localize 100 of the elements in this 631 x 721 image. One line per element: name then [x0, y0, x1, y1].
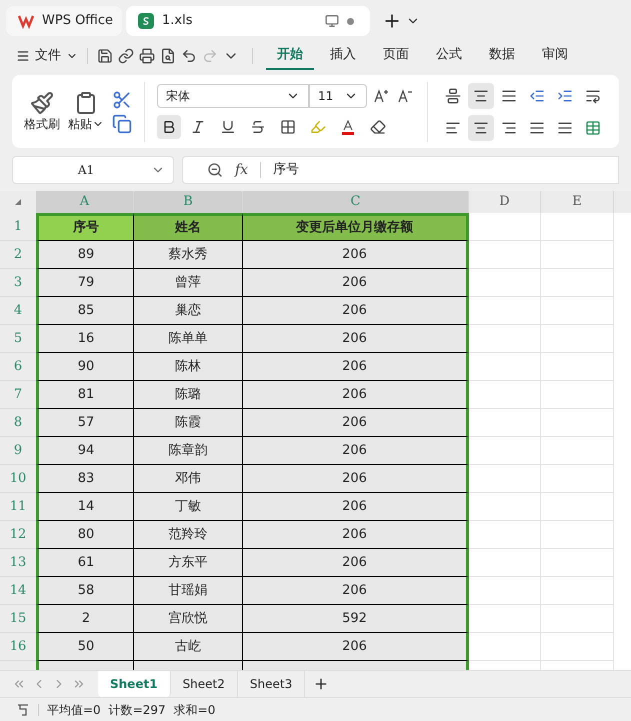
select-all-icon[interactable] — [15, 199, 21, 205]
header-cell: 变更后单位月缴存额 — [243, 213, 469, 241]
zoom-out-icon[interactable] — [207, 162, 223, 178]
header-cell: 姓名 — [134, 213, 243, 241]
menu-icon[interactable] — [16, 49, 30, 63]
font-size-select[interactable]: 11 — [309, 84, 367, 108]
paintbrush-icon — [30, 90, 54, 114]
table-cell: 蔡水秀 — [134, 241, 243, 269]
link-icon[interactable] — [118, 48, 134, 64]
cut-icon[interactable] — [112, 90, 132, 110]
table-cell: 85 — [36, 297, 134, 325]
table-cell: 90 — [36, 353, 134, 381]
table-cell: 古屹 — [134, 633, 243, 661]
table-cell: 206 — [243, 325, 469, 353]
table-cell: 80 — [36, 521, 134, 549]
row-header[interactable]: 3 — [0, 269, 36, 297]
monitor-icon[interactable] — [325, 14, 339, 28]
file-menu[interactable]: 文件 — [35, 46, 61, 66]
table-cell: 陈璐 — [134, 381, 243, 409]
column-header[interactable]: D — [469, 191, 541, 213]
name-box[interactable]: A1 — [12, 156, 174, 184]
status-text: 求和=0 — [174, 702, 216, 718]
print-preview-icon[interactable] — [160, 48, 176, 64]
table-cell: 50 — [36, 633, 134, 661]
copy-icon[interactable] — [112, 114, 132, 134]
table-cell: 206 — [243, 521, 469, 549]
table-cell: 14 — [36, 493, 134, 521]
window-tab[interactable]: WPS Office — [6, 6, 122, 36]
align-middle-icon[interactable] — [468, 82, 494, 108]
table-cell: 61 — [36, 549, 134, 577]
row-header[interactable]: 10 — [0, 465, 36, 493]
table-cell: 81 — [36, 381, 134, 409]
ribbon-tab[interactable]: 页面 — [372, 42, 420, 70]
table-cell: 94 — [36, 437, 134, 465]
table-cell: 89 — [36, 241, 134, 269]
table-cell: 206 — [243, 493, 469, 521]
table-cell: 57 — [36, 409, 134, 437]
ribbon-tab[interactable]: 数据 — [478, 42, 526, 70]
row-header[interactable]: 12 — [0, 521, 36, 549]
row-header[interactable]: 11 — [0, 493, 36, 521]
row-header[interactable]: 14 — [0, 577, 36, 605]
ribbon-tab[interactable]: 审阅 — [531, 42, 579, 70]
format-painter-button[interactable]: 格式刷 — [24, 90, 60, 132]
row-header[interactable]: 1 — [0, 213, 36, 241]
ribbon-tab[interactable]: 公式 — [425, 42, 473, 70]
column-header[interactable]: C — [243, 191, 469, 213]
wps-logo-icon — [18, 13, 34, 29]
column-header[interactable]: B — [134, 191, 243, 213]
table-cell: 206 — [243, 353, 469, 381]
print-icon[interactable] — [139, 48, 155, 64]
table-cell: 206 — [243, 269, 469, 297]
ribbon-tab[interactable]: 插入 — [319, 42, 367, 70]
spreadsheet-icon — [138, 13, 154, 29]
table-cell: 206 — [243, 633, 469, 661]
row-header[interactable]: 15 — [0, 605, 36, 633]
table-cell: 206 — [243, 437, 469, 465]
row-header[interactable]: 8 — [0, 409, 36, 437]
table-cell: 206 — [243, 409, 469, 437]
tab-label: 1.xls — [162, 12, 194, 30]
row-header[interactable]: 4 — [0, 297, 36, 325]
table-cell: 592 — [243, 605, 469, 633]
table-cell: 宫欣悦 — [134, 605, 243, 633]
row-header[interactable]: 7 — [0, 381, 36, 409]
font-select[interactable]: 宋体 — [157, 84, 309, 108]
table-cell: 陈林 — [134, 353, 243, 381]
status-text: 计数=297 — [108, 702, 166, 718]
tab-label: WPS Office — [42, 12, 114, 30]
bold-icon[interactable] — [157, 114, 181, 138]
row-header[interactable]: 5 — [0, 325, 36, 353]
table-cell: 范羚玲 — [134, 521, 243, 549]
row-header[interactable]: 13 — [0, 549, 36, 577]
save-icon[interactable] — [97, 48, 113, 64]
row-header[interactable]: 9 — [0, 437, 36, 465]
ribbon-tab[interactable]: 开始 — [266, 42, 314, 70]
table-cell: 邓伟 — [134, 465, 243, 493]
table-cell: 206 — [243, 297, 469, 325]
table-cell: 16 — [36, 325, 134, 353]
table-cell: 58 — [36, 577, 134, 605]
table-cell: 方东平 — [134, 549, 243, 577]
row-header[interactable]: 6 — [0, 353, 36, 381]
table-cell: 2 — [36, 605, 134, 633]
table-cell: 陈霞 — [134, 409, 243, 437]
align-center-icon[interactable] — [468, 114, 494, 140]
sheet-tab[interactable]: Sheet2 — [170, 671, 238, 697]
paste-button[interactable]: 粘贴 — [68, 90, 104, 132]
table-cell: 曾萍 — [134, 269, 243, 297]
table-cell: 陈单单 — [134, 325, 243, 353]
row-header[interactable]: 2 — [0, 241, 36, 269]
table-cell: 206 — [243, 241, 469, 269]
formula-field[interactable]: 序号 — [273, 160, 300, 180]
sheet-tab[interactable]: Sheet1 — [98, 671, 171, 697]
row-header[interactable]: 16 — [0, 633, 36, 661]
function-icon[interactable]: fx — [235, 160, 248, 180]
sheet-tab[interactable]: Sheet3 — [238, 671, 306, 697]
table-cell: 巢恋 — [134, 297, 243, 325]
undo-icon[interactable] — [181, 48, 197, 64]
window-tab[interactable]: 1.xls — [126, 6, 370, 36]
column-header[interactable]: E — [541, 191, 614, 213]
column-header[interactable]: A — [36, 191, 134, 213]
table-cell: 206 — [243, 549, 469, 577]
